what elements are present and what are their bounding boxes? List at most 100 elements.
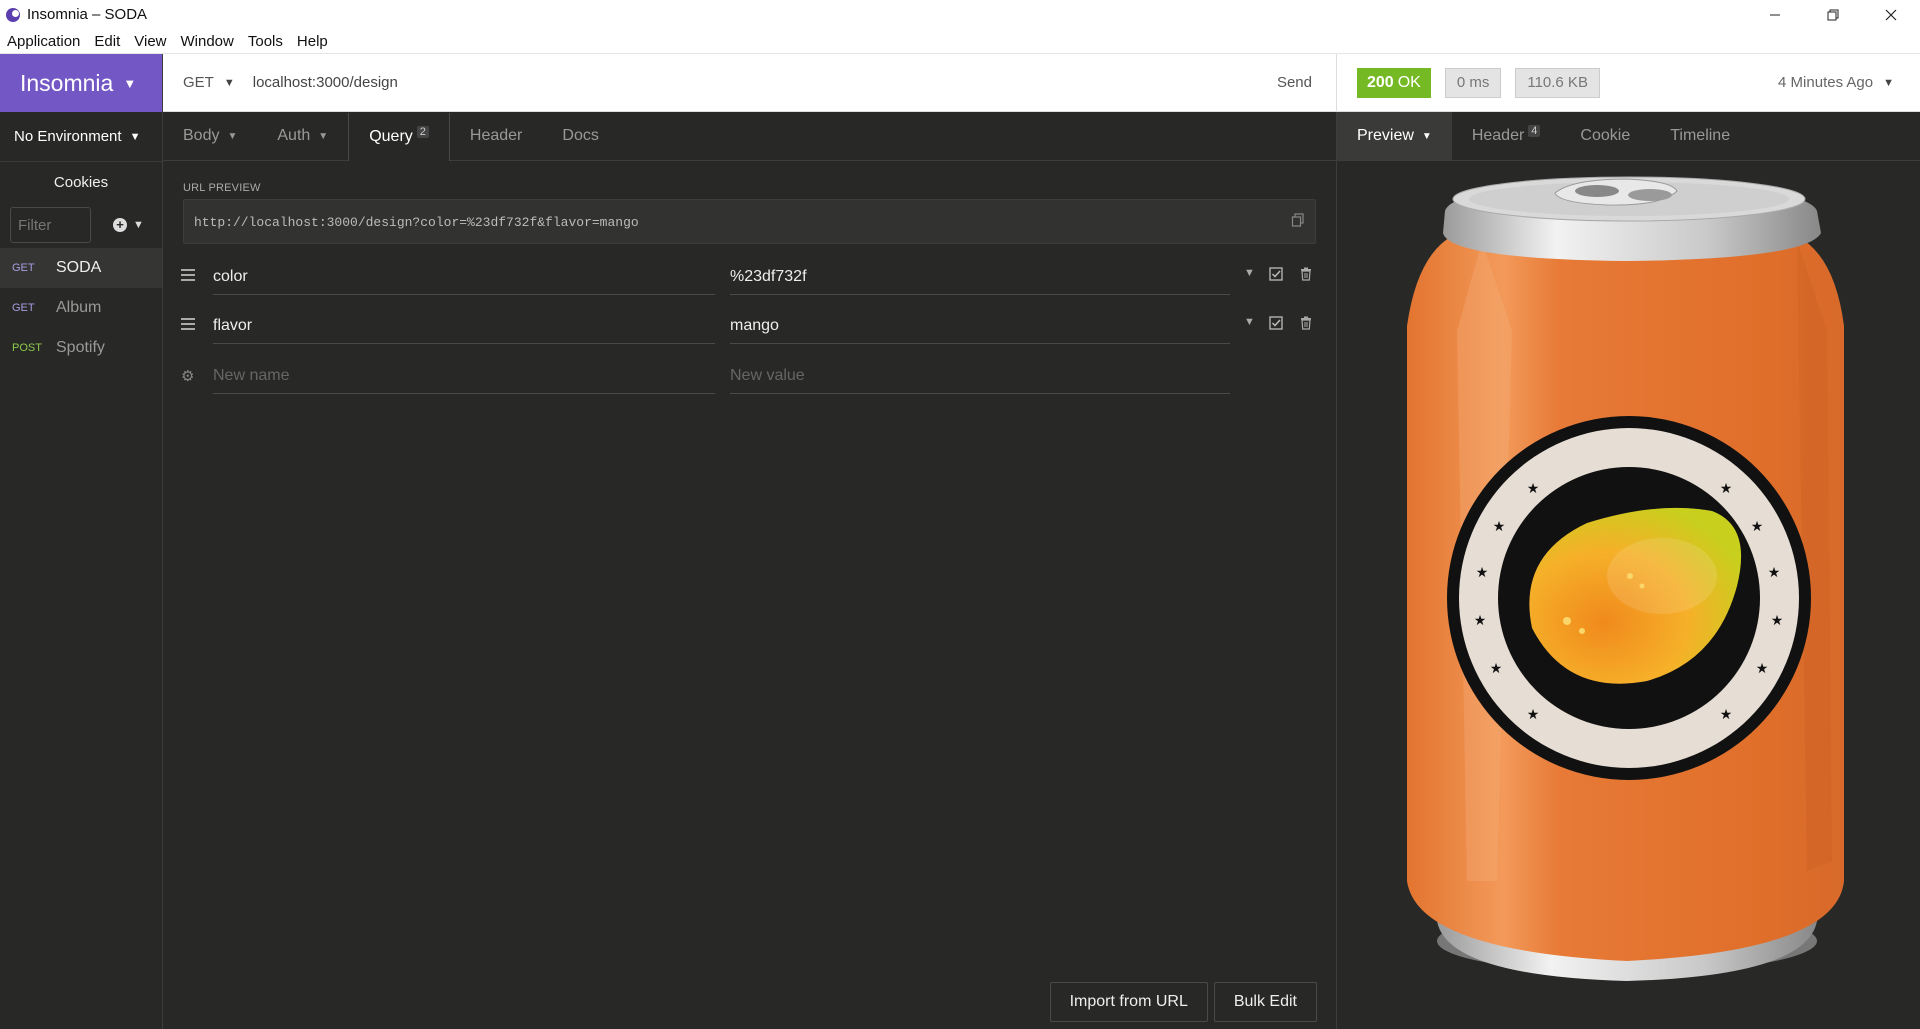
tab-cookie[interactable]: Cookie: [1560, 112, 1650, 160]
status-code: 200: [1367, 73, 1394, 91]
tab-label: Body: [183, 127, 220, 144]
response-time-badge: 0 ms: [1444, 67, 1502, 98]
svg-text:★: ★: [1720, 481, 1733, 497]
svg-text:★: ★: [1751, 519, 1764, 535]
request-name: SODA: [56, 259, 102, 276]
menu-edit[interactable]: Edit: [87, 33, 127, 50]
new-param-value-input[interactable]: New value: [730, 358, 1230, 394]
restore-button[interactable]: [1804, 0, 1862, 29]
method-dropdown[interactable]: GET ▼: [183, 74, 235, 91]
menu-bar: Application Edit View Window Tools Help: [0, 29, 1920, 54]
param-name-input[interactable]: flavor: [213, 308, 715, 344]
copy-icon[interactable]: [1291, 213, 1305, 227]
chevron-down-icon: ▼: [1883, 76, 1894, 89]
param-actions: Import from URL Bulk Edit: [1049, 982, 1317, 1022]
environment-label: No Environment: [14, 128, 122, 145]
url-preview-label: URL PREVIEW: [183, 182, 261, 194]
request-item-soda[interactable]: GET SODA: [0, 248, 162, 288]
query-param-row: color %23df732f ▼: [163, 255, 1336, 299]
environment-selector[interactable]: No Environment ▼: [0, 112, 162, 162]
menu-application[interactable]: Application: [0, 33, 87, 50]
tab-label: Preview: [1357, 127, 1414, 144]
tab-query[interactable]: Query 2: [348, 113, 450, 161]
tab-auth[interactable]: Auth ▼: [257, 112, 348, 160]
url-preview-text: http://localhost:3000/design?color=%23df…: [194, 215, 639, 230]
chevron-down-icon[interactable]: ▼: [1244, 316, 1255, 328]
window-controls: [1746, 0, 1920, 29]
param-name-input[interactable]: color: [213, 259, 715, 295]
method-label: GET: [183, 74, 214, 91]
svg-text:★: ★: [1768, 565, 1781, 581]
brand-label: Insomnia: [20, 69, 114, 96]
tab-label: Docs: [562, 127, 599, 144]
trash-icon[interactable]: [1300, 316, 1312, 330]
chevron-down-icon: ▼: [1421, 130, 1432, 142]
drag-handle-icon[interactable]: [181, 318, 195, 330]
svg-text:★: ★: [1527, 481, 1540, 497]
count-badge: 4: [1528, 125, 1541, 137]
tab-label: Header: [469, 127, 523, 144]
restore-icon: [1827, 9, 1839, 20]
tab-label: Query: [369, 128, 413, 145]
tab-body[interactable]: Body ▼: [163, 112, 257, 160]
menu-help[interactable]: Help: [290, 33, 335, 50]
chevron-down-icon: ▼: [133, 219, 144, 231]
minimize-button[interactable]: [1746, 0, 1804, 29]
request-item-album[interactable]: GET Album: [0, 288, 162, 328]
param-value-input[interactable]: mango: [730, 308, 1230, 344]
drag-handle-icon[interactable]: [181, 269, 195, 281]
import-from-url-button[interactable]: Import from URL: [1049, 982, 1208, 1022]
tab-timeline[interactable]: Timeline: [1650, 112, 1750, 160]
menu-window[interactable]: Window: [174, 33, 241, 50]
trash-icon[interactable]: [1300, 267, 1312, 281]
time-ago-label: 4 Minutes Ago: [1778, 74, 1874, 91]
status-badge: 200 OK: [1357, 67, 1431, 98]
window-titlebar: Insomnia – SODA: [0, 0, 1920, 29]
menu-tools[interactable]: Tools: [241, 33, 290, 50]
checkbox-checked-icon[interactable]: [1269, 316, 1283, 330]
chevron-down-icon: ▼: [123, 75, 137, 91]
response-tabs: Preview ▼ Header 4 Cookie Timeline: [1336, 112, 1920, 161]
svg-text:★: ★: [1476, 565, 1489, 581]
new-param-name-input[interactable]: New name: [213, 358, 715, 394]
chevron-down-icon[interactable]: ▼: [1244, 267, 1255, 279]
tab-response-header[interactable]: Header 4: [1452, 112, 1561, 160]
svg-text:★: ★: [1771, 613, 1784, 629]
checkbox-checked-icon[interactable]: [1269, 267, 1283, 281]
request-name: Album: [56, 299, 102, 316]
request-item-spotify[interactable]: POST Spotify: [0, 328, 162, 368]
soda-can-image: ★ ★ ★ ★ ★ ★ ★ ★ ★ ★ ★ ★: [1407, 176, 1844, 981]
chevron-down-icon: ▼: [129, 130, 141, 143]
cookies-button[interactable]: Cookies: [0, 162, 162, 202]
close-button[interactable]: [1862, 0, 1920, 29]
request-name: Spotify: [56, 339, 105, 356]
new-param-row: ⚙ New name New value: [163, 354, 1336, 398]
tab-label: Cookie: [1580, 127, 1631, 144]
minimize-icon: [1770, 14, 1780, 15]
url-preview: http://localhost:3000/design?color=%23df…: [183, 199, 1316, 244]
tab-preview[interactable]: Preview ▼: [1337, 112, 1452, 160]
history-dropdown[interactable]: 4 Minutes Ago ▼: [1778, 74, 1894, 91]
filter-input[interactable]: [10, 207, 91, 243]
bulk-edit-button[interactable]: Bulk Edit: [1213, 982, 1317, 1022]
menu-view[interactable]: View: [127, 33, 173, 50]
send-button[interactable]: Send: [1277, 74, 1312, 91]
gear-icon[interactable]: ⚙: [181, 367, 194, 385]
tab-docs[interactable]: Docs: [542, 112, 618, 160]
svg-text:★: ★: [1474, 613, 1487, 629]
param-value-input[interactable]: %23df732f: [730, 259, 1230, 295]
workspace-menu[interactable]: Insomnia ▼: [0, 54, 162, 112]
url-input[interactable]: localhost:3000/design: [253, 74, 398, 91]
query-param-row: flavor mango ▼: [163, 304, 1336, 348]
tab-header[interactable]: Header: [450, 112, 542, 160]
filter-row: + ▼: [0, 202, 162, 248]
request-tabs: Body ▼ Auth ▼ Query 2 Header Docs: [163, 112, 1336, 161]
status-text: OK: [1397, 73, 1421, 91]
chevron-down-icon: ▼: [223, 76, 235, 89]
svg-text:★: ★: [1490, 661, 1503, 677]
tab-label: Timeline: [1670, 127, 1731, 144]
svg-text:★: ★: [1527, 707, 1540, 723]
tab-label: Header: [1471, 127, 1525, 144]
add-request-button[interactable]: + ▼: [113, 218, 144, 232]
response-bar: 200 OK 0 ms 110.6 KB 4 Minutes Ago ▼: [1336, 54, 1920, 112]
